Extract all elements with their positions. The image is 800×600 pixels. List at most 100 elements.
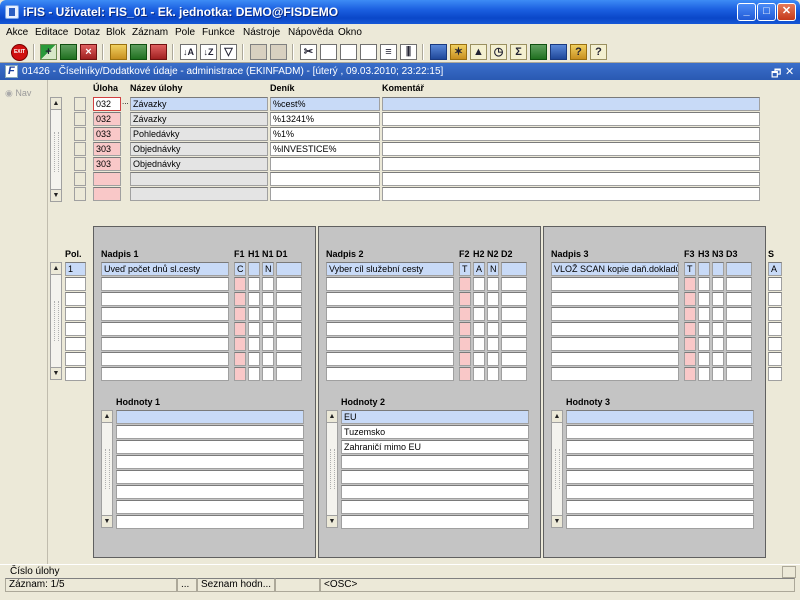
panel-3-f-field[interactable]: T [684, 262, 696, 276]
row-selector[interactable] [74, 127, 86, 141]
uloha-field[interactable]: 033 [93, 127, 121, 141]
panel-2-d-field[interactable] [501, 262, 527, 276]
denik-field[interactable] [270, 172, 380, 186]
panel-3-d-field[interactable] [726, 292, 752, 306]
panel-1-n-field[interactable]: N [262, 262, 274, 276]
cancel-query-icon[interactable] [150, 44, 167, 60]
panel-1-f-field[interactable] [234, 307, 246, 321]
pol-field[interactable] [65, 307, 86, 321]
uloha-field[interactable]: 032 [93, 112, 121, 126]
sort-desc-icon[interactable]: ↓Z [200, 44, 217, 60]
panel-3-f-field[interactable] [684, 337, 696, 351]
panel-2-text-field[interactable]: Vyber cíl služební cesty [326, 262, 454, 276]
pol-field[interactable] [65, 337, 86, 351]
menu-akce[interactable]: Akce [6, 27, 28, 38]
panel-2-value-field[interactable]: Tuzemsko [341, 425, 529, 439]
panel-2-h-field[interactable] [473, 292, 485, 306]
menu-funkce[interactable]: Funkce [202, 27, 235, 38]
minimize-button[interactable]: _ [737, 3, 756, 21]
scroll-up-icon[interactable]: ▲ [50, 97, 62, 110]
maximize-button[interactable]: □ [757, 3, 776, 21]
panel-1-n-field[interactable] [262, 367, 274, 381]
panel-1-value-field[interactable] [116, 485, 304, 499]
panel-2-text-field[interactable] [326, 352, 454, 366]
scroll-down-icon[interactable]: ▼ [101, 515, 113, 528]
top-grid-scrollbar[interactable]: ▲ ▼ [50, 97, 62, 202]
komentar-field[interactable] [382, 112, 760, 126]
panel-3-n-field[interactable] [712, 322, 724, 336]
panel-2-text-field[interactable] [326, 322, 454, 336]
print-preview-icon[interactable] [270, 44, 287, 60]
menu-okno[interactable]: Okno [338, 27, 362, 38]
scroll-up-icon[interactable]: ▲ [50, 262, 62, 275]
pol-field[interactable] [65, 277, 86, 291]
scroll-up-icon[interactable]: ▲ [326, 410, 338, 423]
panel-1-value-field[interactable] [116, 440, 304, 454]
lov-button[interactable]: ... [122, 97, 130, 107]
panel-3-text-field[interactable] [551, 292, 679, 306]
insert-record-icon[interactable]: + [40, 44, 57, 60]
pol-field[interactable] [65, 292, 86, 306]
panel-1-d-field[interactable] [276, 322, 302, 336]
help-context-icon[interactable]: ? [570, 44, 587, 60]
panel-3-value-field[interactable] [566, 515, 754, 529]
panel-3-d-field[interactable] [726, 367, 752, 381]
panel-3-text-field[interactable] [551, 367, 679, 381]
triangle-icon[interactable]: ▲ [470, 44, 487, 60]
panel-3-text-field[interactable] [551, 277, 679, 291]
uloha-field[interactable]: 303 [93, 157, 121, 171]
s-field[interactable] [768, 337, 782, 351]
row-selector[interactable] [74, 142, 86, 156]
panel-2-value-field[interactable] [341, 455, 529, 469]
list-icon[interactable]: ≡ [380, 44, 397, 60]
panel-2-n-field[interactable] [487, 307, 499, 321]
panel-2-n-field[interactable] [487, 367, 499, 381]
denik-field[interactable]: %13241% [270, 112, 380, 126]
panel-1-value-field[interactable] [116, 410, 304, 424]
menu-editace[interactable]: Editace [35, 27, 68, 38]
close-button[interactable]: ✕ [777, 3, 796, 21]
star-icon[interactable]: ✶ [450, 44, 467, 60]
komentar-field[interactable] [382, 127, 760, 141]
pol-field[interactable] [65, 352, 86, 366]
row-selector[interactable] [74, 172, 86, 186]
panel-2-value-field[interactable] [341, 515, 529, 529]
s-field[interactable] [768, 367, 782, 381]
s-field[interactable] [768, 277, 782, 291]
menu-napoveda[interactable]: Nápověda [288, 27, 334, 38]
panel-1-text-field[interactable] [101, 322, 229, 336]
paste-icon[interactable] [340, 44, 357, 60]
panel-1-value-field[interactable] [116, 500, 304, 514]
panel-2-n-field[interactable] [487, 352, 499, 366]
s-field[interactable] [768, 292, 782, 306]
panel-3-value-field[interactable] [566, 500, 754, 514]
panel-3-values-scrollbar[interactable]: ▲ ▼ [551, 410, 563, 528]
panel-1-f-field[interactable]: C [234, 262, 246, 276]
panel-2-text-field[interactable] [326, 277, 454, 291]
panel-2-text-field[interactable] [326, 367, 454, 381]
panel-3-d-field[interactable] [726, 277, 752, 291]
panel-2-h-field[interactable] [473, 322, 485, 336]
uloha-field[interactable] [93, 187, 121, 201]
komentar-field[interactable] [382, 157, 760, 171]
panel-1-n-field[interactable] [262, 307, 274, 321]
panel-3-d-field[interactable] [726, 262, 752, 276]
panel-2-value-field[interactable] [341, 485, 529, 499]
panel-2-d-field[interactable] [501, 292, 527, 306]
panel-2-n-field[interactable]: N [487, 262, 499, 276]
panel-1-n-field[interactable] [262, 352, 274, 366]
panel-2-value-field[interactable]: Zahraničí mimo EU [341, 440, 529, 454]
pol-field[interactable] [65, 322, 86, 336]
panel-3-h-field[interactable] [698, 352, 710, 366]
panel-1-d-field[interactable] [276, 262, 302, 276]
row-selector[interactable] [74, 187, 86, 201]
execute-query-icon[interactable] [130, 44, 147, 60]
panel-3-h-field[interactable] [698, 367, 710, 381]
panel-2-n-field[interactable] [487, 292, 499, 306]
panel-2-f-field[interactable] [459, 277, 471, 291]
sort-asc-icon[interactable]: ↓A [180, 44, 197, 60]
panel-1-n-field[interactable] [262, 277, 274, 291]
filter-icon[interactable]: ▽ [220, 44, 237, 60]
columns-icon[interactable]: ⫼ [400, 44, 417, 60]
menu-zaznam[interactable]: Záznam [132, 27, 168, 38]
